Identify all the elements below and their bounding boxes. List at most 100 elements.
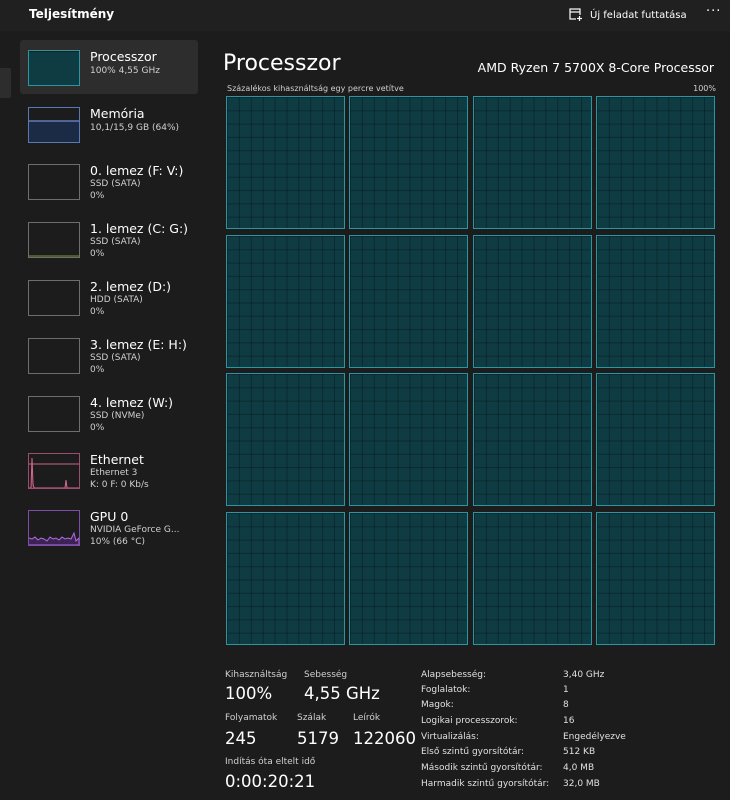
gpu-thumbnail xyxy=(28,510,80,546)
sidebar-item-value: 0% xyxy=(90,191,105,201)
detail-key: Magok: xyxy=(421,700,454,710)
sidebar-item-memoria[interactable]: Memória 10,1/15,9 GB (64%) xyxy=(20,97,198,151)
sidebar-item-disk-4[interactable]: 4. lemez (W:) SSD (NVMe) 0% xyxy=(20,386,198,440)
core-graph-1 xyxy=(349,96,469,229)
detail-value: 8 xyxy=(563,700,569,710)
sidebar-item-label: 4. lemez (W:) xyxy=(90,395,174,410)
threads-label: Szálak xyxy=(297,713,327,723)
sidebar-item-label: Processzor xyxy=(90,49,157,64)
disk-thumbnail xyxy=(28,338,80,374)
disk-thumbnail xyxy=(28,222,80,258)
detail-value: 16 xyxy=(563,716,575,726)
sidebar-item-disk-3[interactable]: 3. lemez (E: H:) SSD (SATA) 0% xyxy=(20,328,198,382)
detail-key: Első szintű gyorsítótár: xyxy=(421,747,525,757)
utilization-value: 100% xyxy=(225,684,273,703)
sidebar-item-detail: SSD (SATA) xyxy=(90,179,141,189)
sidebar-item-value: K: 0 F: 0 Kb/s xyxy=(90,480,149,490)
sidebar-item-detail: HDD (SATA) xyxy=(90,295,143,305)
sidebar-item-label: Memória xyxy=(90,106,145,121)
speed-label: Sebesség xyxy=(304,670,348,680)
cpu-model-name: AMD Ryzen 7 5700X 8-Core Processor xyxy=(477,60,714,75)
sidebar-item-detail: 10,1/15,9 GB (64%) xyxy=(90,123,180,133)
main-title: Processzor xyxy=(223,51,341,76)
detail-key: Alapsebesség: xyxy=(421,670,487,680)
core-graph-11 xyxy=(595,373,715,507)
detail-value: Engedélyezve xyxy=(563,732,626,742)
uptime-value: 0:00:20:21 xyxy=(225,772,316,791)
sidebar-item-disk-2[interactable]: 2. lemez (D:) HDD (SATA) 0% xyxy=(20,270,198,324)
sidebar-item-value: 10% (66 °C) xyxy=(90,537,145,547)
detail-key: Második szintű gyorsítótár: xyxy=(421,763,543,773)
sidebar-item-label: 3. lemez (E: H:) xyxy=(90,337,187,352)
sidebar-item-detail: SSD (NVMe) xyxy=(90,411,145,421)
core-graph-12 xyxy=(226,512,345,646)
processes-value: 245 xyxy=(225,729,257,748)
detail-value: 4,0 MB xyxy=(563,763,595,773)
sidebar-item-label: 1. lemez (C: G:) xyxy=(90,221,189,236)
memory-thumbnail xyxy=(28,107,80,143)
core-graph-13 xyxy=(349,512,469,646)
disk-thumbnail-graph xyxy=(29,255,79,257)
sidebar-item-ethernet[interactable]: Ethernet Ethernet 3 K: 0 F: 0 Kb/s xyxy=(20,443,198,497)
core-graph-5 xyxy=(349,234,469,368)
sidebar-item-detail: SSD (SATA) xyxy=(90,237,141,247)
sidebar-item-detail: SSD (SATA) xyxy=(90,353,141,363)
core-graph-7 xyxy=(595,234,715,368)
core-graph-6 xyxy=(472,234,592,368)
handles-label: Leírók xyxy=(353,713,381,723)
nav-rail-selected-item[interactable] xyxy=(0,68,11,98)
sidebar-item-disk-1[interactable]: 1. lemez (C: G:) SSD (SATA) 0% xyxy=(20,212,198,266)
ethernet-thumbnail xyxy=(28,453,80,489)
core-graph-4 xyxy=(226,234,345,368)
disk-thumbnail xyxy=(28,396,80,432)
sidebar-item-label: 2. lemez (D:) xyxy=(90,279,172,294)
new-task-icon xyxy=(569,8,583,22)
detail-value: 32,0 MB xyxy=(563,779,600,789)
sidebar-item-disk-0[interactable]: 0. lemez (F: V:) SSD (SATA) 0% xyxy=(20,154,198,208)
sidebar-item-value: 0% xyxy=(90,365,105,375)
detail-value: 512 KB xyxy=(563,747,596,757)
disk-thumbnail xyxy=(28,280,80,316)
sidebar-item-value: 0% xyxy=(90,423,105,433)
processes-label: Folyamatok xyxy=(225,713,278,723)
sidebar-item-detail: 100% 4,55 GHz xyxy=(90,66,160,76)
detail-key: Logikai processzorok: xyxy=(421,716,518,726)
sidebar-item-label: GPU 0 xyxy=(90,509,129,524)
run-new-task-button[interactable]: Új feladat futtatása xyxy=(569,5,687,25)
detail-key: Harmadik szintű gyorsítótár: xyxy=(421,779,550,789)
core-graph-14 xyxy=(472,512,592,646)
core-graph-0 xyxy=(226,96,345,229)
detail-value: 3,40 GHz xyxy=(563,670,605,680)
more-options-button[interactable]: ··· xyxy=(706,4,721,19)
sidebar-item-detail: NVIDIA GeForce G... xyxy=(90,525,180,535)
disk-thumbnail xyxy=(28,164,80,200)
ethernet-thumbnail-graph xyxy=(29,457,79,488)
uptime-label: Indítás óta eltelt idő xyxy=(225,757,316,767)
core-graph-15 xyxy=(595,512,715,646)
sidebar-item-processzor[interactable]: Processzor 100% 4,55 GHz xyxy=(20,40,198,94)
sidebar-item-detail: Ethernet 3 xyxy=(90,468,138,478)
sidebar-item-value: 0% xyxy=(90,307,105,317)
title-bar: Teljesítmény Új feladat futtatása ··· xyxy=(0,0,730,31)
cpu-thumbnail xyxy=(28,50,80,86)
sidebar-item-gpu-0[interactable]: GPU 0 NVIDIA GeForce G... 10% (66 °C) xyxy=(20,500,198,554)
core-graph-8 xyxy=(226,373,345,507)
memory-thumbnail-graph xyxy=(29,120,79,142)
detail-key: Foglalatok: xyxy=(421,685,471,695)
core-graph-3 xyxy=(595,96,715,229)
core-graph-10 xyxy=(472,373,592,507)
page-title: Teljesítmény xyxy=(29,7,115,21)
cpu-thumbnail-graph xyxy=(29,52,79,85)
speed-value: 4,55 GHz xyxy=(304,684,380,703)
graph-max-label: 100% xyxy=(693,84,716,93)
graph-caption: Százalékos kihasználtság egy percre vetí… xyxy=(227,84,404,93)
core-graph-2 xyxy=(472,96,592,229)
detail-value: 1 xyxy=(563,685,569,695)
sidebar-item-value: 0% xyxy=(90,249,105,259)
detail-key: Virtualizálás: xyxy=(421,732,479,742)
run-new-task-label: Új feladat futtatása xyxy=(590,9,687,21)
core-graph-9 xyxy=(349,373,469,507)
handles-value: 122060 xyxy=(353,729,416,748)
gpu-thumbnail-graph xyxy=(29,531,79,545)
nav-rail xyxy=(0,31,14,800)
